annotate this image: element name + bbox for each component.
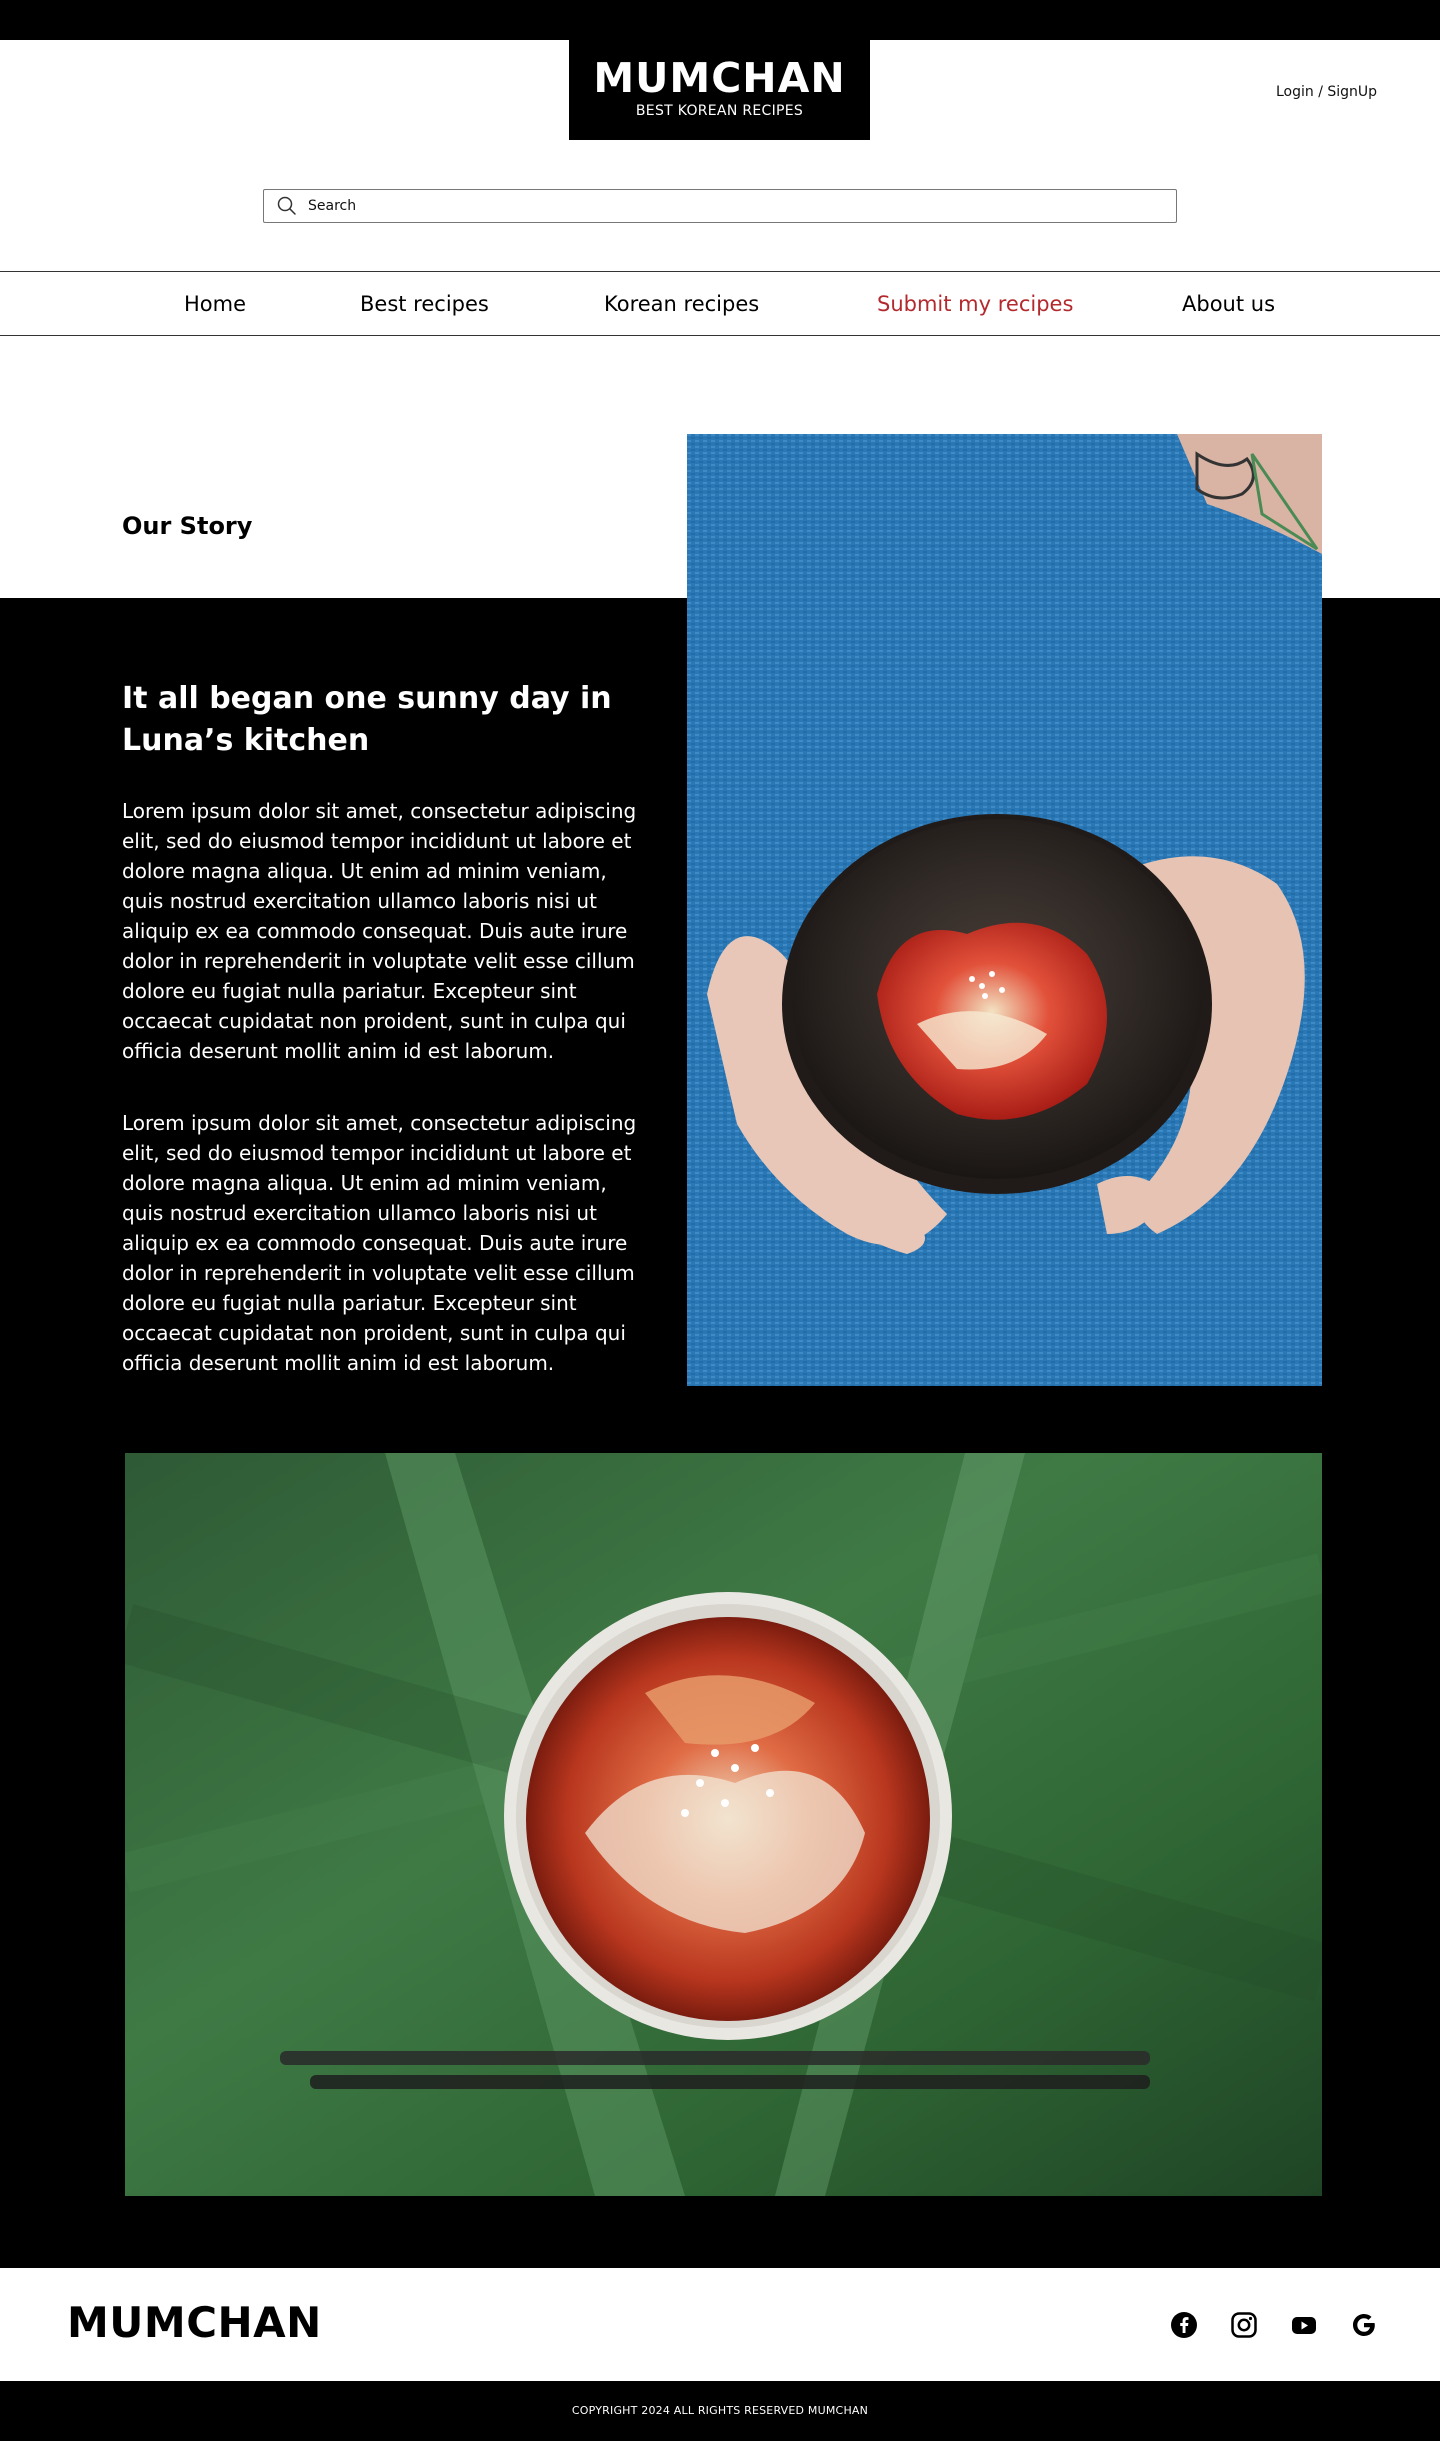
kimchi-bowl-hands-photo [687,434,1322,1386]
search-input[interactable] [308,198,1148,214]
search-icon [276,195,298,217]
google-icon[interactable] [1350,2311,1378,2339]
copyright-text: COPYRIGHT 2024 ALL RIGHTS RESERVED MUMCH… [0,2381,1440,2441]
youtube-icon[interactable] [1290,2311,1318,2339]
site-logo[interactable]: MUMCHAN BEST KOREAN RECIPES [569,40,870,140]
nav-item-best-recipes[interactable]: Best recipes [360,292,489,316]
nav-item-about-us[interactable]: About us [1182,292,1275,316]
kimchi-banana-leaf-photo [125,1453,1322,2196]
story-heading: It all began one sunny day in Luna’s kit… [122,681,612,758]
footer-logo[interactable]: MUMCHAN [67,2298,322,2347]
login-signup-link[interactable]: Login / SignUp [1276,84,1377,100]
top-bar [0,0,1440,40]
search-bar[interactable] [263,189,1177,223]
facebook-icon[interactable] [1170,2311,1198,2339]
section-label-our-story: Our Story [122,512,253,540]
nav-item-submit-my-recipes[interactable]: Submit my recipes [877,292,1073,316]
story-paragraph: Lorem ipsum dolor sit amet, consectetur … [122,1111,637,1375]
site-footer: MUMCHAN [0,2268,1440,2381]
instagram-icon[interactable] [1230,2311,1258,2339]
logo-tagline: BEST KOREAN RECIPES [635,103,804,119]
main-nav: Home Best recipes Korean recipes Submit … [0,271,1440,336]
logo-title: MUMCHAN [593,54,846,102]
nav-item-korean-recipes[interactable]: Korean recipes [604,292,759,316]
nav-item-home[interactable]: Home [184,292,246,316]
story-paragraph: Lorem ipsum dolor sit amet, consectetur … [122,799,637,1063]
